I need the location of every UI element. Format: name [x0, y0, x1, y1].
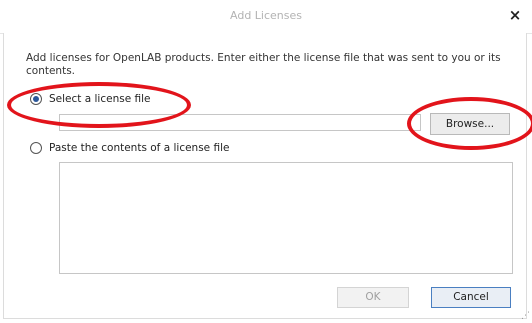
ok-button[interactable]: OK: [337, 287, 409, 308]
close-icon[interactable]: ×: [506, 6, 524, 24]
license-file-path-input[interactable]: [59, 114, 421, 131]
license-contents-textarea[interactable]: [59, 162, 513, 274]
dialog-titlebar: Add Licenses ×: [0, 0, 532, 34]
select-file-label: Select a license file: [49, 93, 151, 105]
select-file-radio[interactable]: [30, 93, 42, 105]
instructions-text: Add licenses for OpenLAB products. Enter…: [26, 52, 501, 77]
select-file-option[interactable]: Select a license file: [30, 93, 150, 105]
paste-contents-label: Paste the contents of a license file: [49, 142, 230, 154]
paste-contents-option[interactable]: Paste the contents of a license file: [30, 142, 229, 154]
paste-contents-radio[interactable]: [30, 142, 42, 154]
cancel-button[interactable]: Cancel: [431, 287, 511, 308]
resize-grip-icon[interactable]: ⋰: [521, 312, 530, 321]
browse-button[interactable]: Browse...: [430, 113, 510, 135]
dialog-title: Add Licenses: [230, 9, 302, 22]
